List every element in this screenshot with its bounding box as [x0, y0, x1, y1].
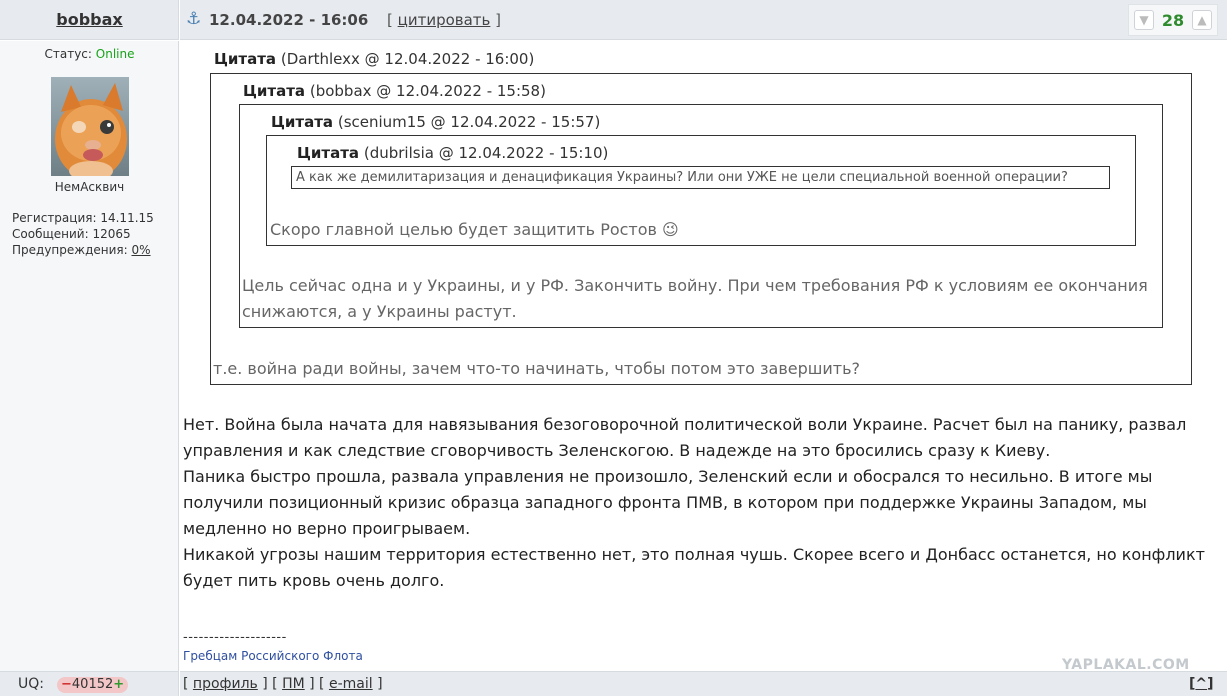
- quote-4-title: Цитата (dubrilsia @ 12.04.2022 - 15:10): [297, 144, 609, 162]
- status-value: Online: [95, 47, 135, 61]
- signature-separator: --------------------: [183, 630, 287, 645]
- post-paragraph-1: Нет. Война была начата для навязывания б…: [183, 415, 1187, 460]
- thumb-up-icon[interactable]: ▲: [1192, 10, 1212, 30]
- quote-1-text: т.е. война ради войны, зачем что-то начи…: [213, 359, 861, 378]
- messages-row: Сообщений: 12065: [12, 227, 131, 241]
- quote-action: [ цитировать ]: [387, 11, 502, 29]
- post-paragraph-2: Паника быстро прошла, развала управления…: [183, 467, 1153, 538]
- warnings-link[interactable]: 0%: [132, 243, 151, 257]
- user-status: Статус: Online: [0, 47, 179, 61]
- uq-plus-button[interactable]: +: [113, 677, 124, 692]
- post-date: 12.04.2022 - 16:06: [209, 11, 369, 29]
- quote-2-title: Цитата (bobbax @ 12.04.2022 - 15:58): [243, 82, 546, 100]
- uq-minus-button[interactable]: −: [61, 677, 72, 692]
- avatar[interactable]: [51, 77, 129, 176]
- kitten-avatar-image: [51, 77, 129, 176]
- post-paragraph-3: Никакой угрозы нашим территория естестве…: [183, 545, 1205, 590]
- signature-text: Гребцам Российского Флота: [183, 649, 363, 663]
- footer-links: [ профиль ] [ ПМ ] [ e-mail ]: [183, 676, 383, 692]
- thumb-down-icon[interactable]: ▼: [1134, 10, 1154, 30]
- warnings-row: Предупреждения: 0%: [12, 243, 151, 257]
- post-body: Нет. Война была начата для навязывания б…: [183, 412, 1213, 594]
- quote-link[interactable]: цитировать: [398, 11, 491, 29]
- rating-count: 28: [1161, 11, 1185, 30]
- username-link[interactable]: bobbax: [0, 10, 179, 29]
- uq-label: UQ:: [18, 676, 44, 692]
- user-stats: Регистрация: 14.11.15 Сообщений: 12065 П…: [12, 210, 154, 258]
- profile-link[interactable]: профиль: [193, 676, 258, 692]
- anchor-icon[interactable]: ⚓: [186, 9, 201, 29]
- quote-3-text: Скоро главной целью будет защитить Росто…: [270, 220, 679, 239]
- email-link[interactable]: e-mail: [329, 676, 373, 692]
- uq-badge: −40152+: [57, 677, 129, 693]
- quote-2-text: Цель сейчас одна и у Украины, и у РФ. За…: [242, 276, 1148, 321]
- registration-row: Регистрация: 14.11.15: [12, 211, 154, 225]
- status-label: Статус:: [44, 47, 92, 61]
- uq-value: 40152: [71, 677, 114, 692]
- pm-link[interactable]: ПМ: [282, 676, 305, 692]
- quote-4-box: А как же демилитаризация и денацификация…: [291, 166, 1110, 189]
- scroll-top-button[interactable]: [^]: [1189, 676, 1214, 692]
- quote-1-title: Цитата (Darthlexx @ 12.04.2022 - 16:00): [214, 50, 535, 68]
- user-title: НемАсквич: [54, 180, 125, 194]
- quote-3-title: Цитата (scenium15 @ 12.04.2022 - 15:57): [271, 113, 601, 131]
